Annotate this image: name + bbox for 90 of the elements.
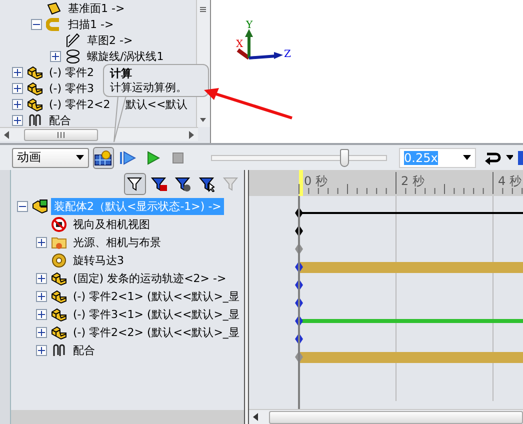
- calculator-icon: [94, 150, 112, 166]
- filter-button[interactable]: [124, 172, 146, 194]
- paperclip-icon: [27, 112, 43, 127]
- plus-icon: [38, 292, 45, 300]
- plus-icon: [38, 274, 45, 282]
- time-label: 2 秒: [401, 173, 424, 190]
- plus-icon: [38, 328, 45, 336]
- expand-toggle[interactable]: [12, 114, 23, 126]
- axis-label: X: [236, 39, 244, 50]
- sketch-icon: [65, 32, 81, 48]
- filter-icon: [127, 176, 143, 192]
- expand-toggle[interactable]: [12, 98, 23, 110]
- tree-item[interactable]: (-) 零件3<1> (默认<<默认>_显: [70, 306, 242, 322]
- part-icon: [51, 288, 67, 304]
- grip-icon: [199, 7, 207, 13]
- calculate-button[interactable]: [92, 146, 114, 168]
- filter-icon: [151, 176, 167, 192]
- tree-item[interactable]: 草图2 ->: [84, 32, 136, 48]
- motor-icon: [51, 252, 67, 268]
- plane-icon: [46, 0, 62, 16]
- assembly-icon: [32, 198, 48, 214]
- scroll-thumb[interactable]: [269, 410, 523, 424]
- part-icon: [51, 324, 67, 340]
- plus-icon: [14, 84, 21, 92]
- helix-icon: [65, 48, 81, 64]
- time-label: 0 秒: [304, 173, 328, 190]
- sweep-icon: [46, 16, 62, 32]
- tree-item[interactable]: 基准面1 ->: [65, 0, 128, 16]
- expand-toggle[interactable]: [50, 50, 61, 62]
- expand-toggle[interactable]: [12, 66, 23, 78]
- slider-thumb[interactable]: [340, 148, 349, 166]
- tree-item[interactable]: 扫描1 ->: [65, 16, 117, 32]
- part-icon: [27, 96, 43, 112]
- tooltip-title: 计算: [110, 67, 133, 80]
- play-icon: [146, 150, 160, 166]
- expand-toggle[interactable]: [36, 272, 47, 284]
- stop-icon: [172, 152, 184, 164]
- caret-icon: [76, 155, 84, 160]
- play-from-start-icon: [119, 150, 138, 166]
- tree-item[interactable]: (-) 零件3: [46, 80, 98, 96]
- caret-icon: [506, 155, 514, 160]
- filter-icon: [199, 176, 215, 192]
- axis-label: Z: [284, 49, 291, 60]
- plus-icon: [38, 238, 45, 246]
- tree-item[interactable]: (固定) 发条的运动轨迹<2> ->: [70, 270, 230, 286]
- plus-icon: [14, 68, 21, 76]
- tree-item[interactable]: 光源、相机与布景: [70, 234, 164, 250]
- expand-toggle[interactable]: [36, 236, 47, 248]
- plus-icon: [38, 310, 45, 318]
- axis-triad-drawing: [236, 29, 283, 60]
- part-icon: [51, 306, 67, 322]
- expand-toggle[interactable]: [36, 326, 47, 338]
- grip-icon: [56, 132, 66, 138]
- filter-icon: [175, 176, 191, 192]
- caret-icon: [462, 155, 471, 160]
- tree-item[interactable]: 配合: [46, 112, 74, 127]
- playback-slider[interactable]: [210, 148, 388, 166]
- plus-icon: [38, 346, 45, 354]
- part-icon: [51, 270, 67, 286]
- axis-label: Y: [246, 20, 253, 31]
- expand-toggle[interactable]: [36, 308, 47, 320]
- horizontal-scrollbar[interactable]: [249, 409, 523, 424]
- time-label: 4 秒: [498, 173, 522, 190]
- tree-item[interactable]: 配合: [70, 342, 98, 358]
- expand-toggle[interactable]: [12, 82, 23, 94]
- expand-toggle[interactable]: [36, 344, 47, 356]
- scroll-thumb[interactable]: [24, 128, 98, 140]
- collapse-toggle[interactable]: [31, 18, 42, 30]
- tree-item[interactable]: (-) 零件2: [46, 64, 98, 80]
- tree-item[interactable]: (-) 零件2<2: [46, 96, 114, 112]
- part-icon: [27, 80, 43, 96]
- tree-item[interactable]: (-) 零件2<2> (默认<<默认>_显: [70, 324, 242, 340]
- plus-icon: [14, 116, 21, 124]
- expand-toggle[interactable]: [36, 290, 47, 302]
- tree-item[interactable]: (-) 零件2<1> (默认<<默认>_显: [70, 288, 242, 304]
- plus-icon: [52, 52, 59, 60]
- tree-item[interactable]: 螺旋线/涡状线1: [84, 48, 167, 64]
- prohibited-camera-icon: [51, 216, 67, 232]
- horizontal-scrollbar[interactable]: [0, 127, 198, 141]
- tree-item[interactable]: 旋转马达3: [70, 252, 127, 268]
- tooltip-text: 计算运动算例。: [110, 81, 188, 94]
- paperclip-icon: [51, 342, 67, 358]
- plus-icon: [14, 100, 21, 108]
- folder-icon: [51, 234, 67, 250]
- tree-item-text: 默认<<默认: [125, 96, 188, 112]
- part-icon: [27, 64, 43, 80]
- filter-icon: [223, 176, 239, 192]
- study-type-dropdown[interactable]: 动画: [12, 148, 89, 168]
- tree-item[interactable]: 视向及相机视图: [70, 216, 153, 232]
- collapse-toggle[interactable]: [17, 200, 28, 212]
